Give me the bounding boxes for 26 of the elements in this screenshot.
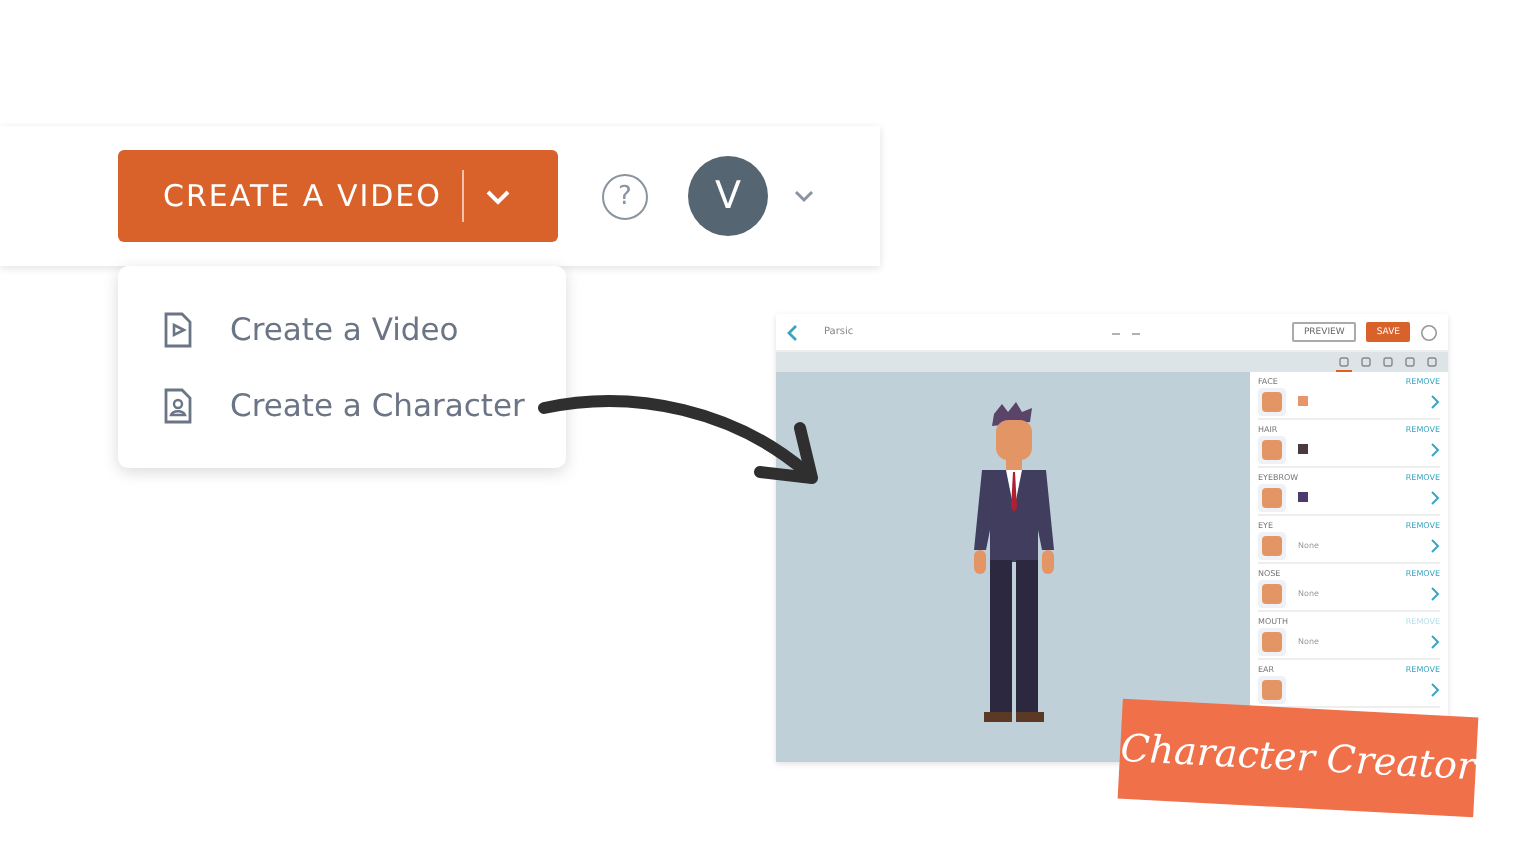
chevron-right-icon[interactable]	[1430, 441, 1440, 457]
panel-tab[interactable]	[1358, 352, 1374, 372]
chevron-right-icon[interactable]	[1430, 681, 1440, 697]
avatar[interactable]: V	[688, 156, 768, 236]
color-swatch[interactable]	[1298, 492, 1308, 502]
caret-icon[interactable]	[792, 188, 816, 204]
character-creator-label: Character Creator	[1117, 698, 1479, 818]
back-icon[interactable]	[786, 323, 798, 341]
info-icon[interactable]	[1420, 323, 1438, 341]
panel-tab[interactable]	[1424, 352, 1440, 372]
person-file-icon	[162, 387, 194, 423]
video-file-icon	[162, 311, 194, 347]
color-swatch[interactable]	[1298, 396, 1308, 406]
chevron-right-icon[interactable]	[1430, 585, 1440, 601]
caret-icon	[484, 187, 513, 205]
help-button[interactable]: ?	[602, 173, 648, 219]
panel-tab[interactable]	[1380, 352, 1396, 372]
create-video-button[interactable]: CREATE A VIDEO	[118, 150, 558, 242]
chevron-right-icon[interactable]	[1430, 393, 1440, 409]
chevron-right-icon[interactable]	[1430, 489, 1440, 505]
menu-item[interactable]: Create a Video	[230, 311, 459, 347]
panel-tab[interactable]	[1402, 352, 1418, 372]
chevron-right-icon[interactable]	[1430, 537, 1440, 553]
color-swatch[interactable]	[1298, 444, 1308, 454]
menu-item[interactable]: Create a Character	[230, 387, 525, 423]
chevron-right-icon[interactable]	[1430, 633, 1440, 649]
